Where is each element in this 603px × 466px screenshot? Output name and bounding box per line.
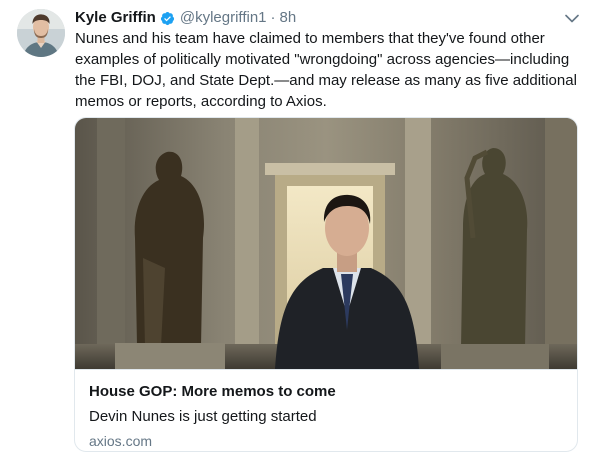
tweet: Kyle Griffin @kylegriffin1 · 8h Nunes an… <box>0 0 603 466</box>
avatar-image <box>17 9 65 57</box>
tweet-header: Kyle Griffin @kylegriffin1 · 8h <box>75 8 296 28</box>
chevron-down-icon <box>565 14 579 22</box>
card-image <box>75 118 577 369</box>
card-title: House GOP: More memos to come <box>89 383 336 400</box>
author-handle[interactable]: @kylegriffin1 <box>180 8 267 28</box>
separator-dot: · <box>270 9 276 26</box>
link-card[interactable]: House GOP: More memos to come Devin Nune… <box>74 117 578 452</box>
tweet-text: Nunes and his team have claimed to membe… <box>75 30 577 110</box>
card-domain: axios.com <box>89 433 153 449</box>
author-name[interactable]: Kyle Griffin <box>75 8 156 28</box>
timestamp[interactable]: 8h <box>280 8 297 28</box>
avatar[interactable] <box>17 9 65 57</box>
card-body: House GOP: More memos to come Devin Nune… <box>75 369 577 451</box>
tweet-menu-button[interactable] <box>563 9 581 27</box>
verified-badge-icon <box>160 11 175 26</box>
card-description: Devin Nunes is just getting started <box>89 408 317 425</box>
